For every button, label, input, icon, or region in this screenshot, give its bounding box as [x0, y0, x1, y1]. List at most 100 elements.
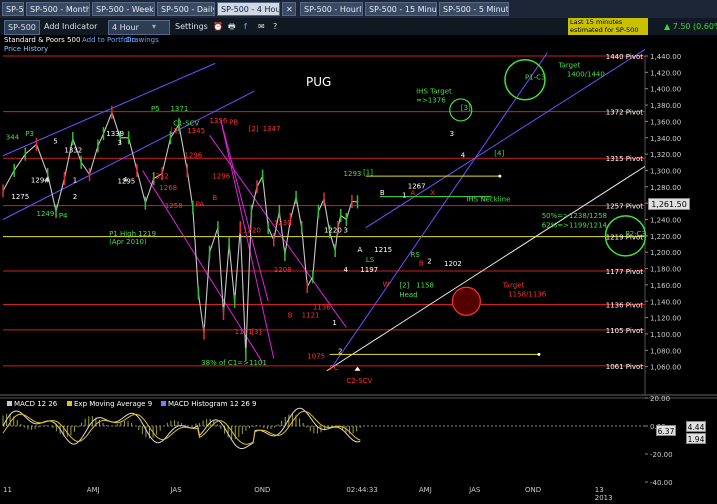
annotation-label: 2: [73, 193, 77, 201]
annotation-label: X: [430, 189, 435, 197]
annotation-label: C2-SCV: [346, 377, 372, 385]
pivot-label: 1061 Pivot: [606, 363, 643, 371]
annotation-label: RS: [411, 251, 421, 259]
annotation-label: 1296: [184, 151, 202, 159]
y-tick-label: 1,420.00: [650, 69, 681, 77]
annotation-label: [1]: [363, 169, 373, 177]
annotation-label: 1293: [344, 170, 362, 178]
y-tick-label: 1,300.00: [650, 167, 681, 175]
annotation-label: PC: [330, 364, 339, 372]
pivot-label: 1177 Pivot: [606, 268, 643, 276]
annotation-label: 1275: [11, 193, 29, 201]
yellow-dot: [498, 174, 502, 178]
annotation-label: 4: [123, 176, 128, 184]
macd-legend-swatch: [67, 401, 72, 406]
x-tick-label: OND: [525, 486, 541, 494]
annotation-label: 1347: [263, 125, 281, 133]
annotation-label: 3: [450, 130, 454, 138]
annotation-label: 1268: [159, 184, 177, 192]
annotation-label: 4: [344, 266, 349, 274]
annotation-label: 1258: [165, 202, 183, 210]
x-tick-label: OND: [254, 486, 270, 494]
macd-value-a: 6.37: [656, 425, 676, 436]
annotation-label: P4: [59, 212, 68, 220]
annotation-label: 38% of C1=>1101: [201, 359, 267, 367]
annotation-label: (Apr 2010): [109, 238, 147, 246]
annotation-label: 1220: [324, 227, 342, 235]
annotation-label: 5: [53, 137, 57, 145]
annotation-label: P1 High 1219: [109, 230, 156, 238]
annotation-label: 3: [344, 227, 348, 235]
annotation-label: A: [45, 177, 50, 185]
y-tick-label: 1,080.00: [650, 347, 681, 355]
annotation-label: 1230: [274, 219, 292, 227]
macd-y-label: -40.00: [650, 479, 673, 487]
macd-legend-label: MACD Histogram 12 26 9: [168, 400, 256, 408]
y-tick-label: 1,280.00: [650, 184, 681, 192]
annotation-label: 1075: [307, 352, 325, 360]
annotation-label: P2-C3: [625, 230, 646, 238]
x-tick-label: AMJ: [87, 486, 100, 494]
y-tick-label: 1,160.00: [650, 282, 681, 290]
annotation-label: LS: [366, 256, 375, 264]
annotation-label: 1197: [360, 266, 378, 274]
y-tick-label: 1,440.00: [650, 53, 681, 61]
annotation-label: [2]: [170, 127, 180, 135]
annotation-label: 1332: [64, 146, 82, 154]
annotation-label: [2]: [399, 281, 409, 289]
y-tick-label: 1,100.00: [650, 331, 681, 339]
annotation-label: Target: [557, 61, 580, 69]
annotation-label: B: [212, 194, 217, 202]
annotation-label: 1101: [235, 328, 253, 336]
annotation-label: PB: [229, 119, 238, 127]
annotation-label: PA: [196, 200, 205, 208]
annotation-label: =>1376: [416, 97, 446, 105]
x-tick-label: 11: [3, 486, 12, 494]
y-tick-label: 1,120.00: [650, 315, 681, 323]
annotation-label: Head: [399, 291, 417, 299]
annotation-label: W: [383, 281, 390, 289]
y-tick-label: 1,320.00: [650, 151, 681, 159]
macd-background: [0, 398, 717, 482]
annotation-label: 1220: [243, 227, 261, 235]
pivot-label: 1136 Pivot: [606, 302, 643, 310]
annotation-label: 1202: [444, 260, 462, 268]
y-tick-label: 1,240.00: [650, 217, 681, 225]
annotation-label: 1: [73, 177, 77, 185]
annotation-label: 1121: [302, 312, 320, 320]
annotation-label: Target: [502, 281, 525, 289]
x-tick-label: 2013: [595, 494, 613, 502]
macd-legend-label: MACD 12 26: [14, 400, 58, 408]
annotation-label: 1339: [106, 130, 124, 138]
y-tick-label: 1,400.00: [650, 86, 681, 94]
y-tick-label: 1,220.00: [650, 233, 681, 241]
price-chart[interactable]: 1440 Pivot 1372 Pivot 1315 Pivot 1257 Pivot…: [0, 0, 717, 504]
y-tick-label: 1,200.00: [650, 249, 681, 257]
annotation-label: IHS Neckline: [466, 196, 510, 204]
pivot-label: 1105 Pivot: [606, 327, 643, 335]
annotation-label: 1371: [170, 105, 188, 113]
annotation-label: 4: [461, 151, 466, 159]
x-tick-label: 02:44:33: [346, 486, 377, 494]
annotation-label: [4]: [494, 150, 504, 158]
annotation-label: [3]: [461, 104, 471, 112]
annotation-label: B: [419, 259, 424, 267]
macd-value-c: 1.94: [686, 433, 706, 444]
annotation-label: P3: [25, 130, 34, 138]
annotation-label: 1136: [313, 303, 331, 311]
macd-panel: MACD 12 26 Exp Moving Average 9 MACD Histo…: [0, 395, 717, 487]
pivot-label: 1315 Pivot: [606, 155, 643, 163]
y-tick-label: 1,060.00: [650, 364, 681, 372]
x-tick-label: JAS: [169, 486, 182, 494]
annotation-label: 1296: [212, 173, 230, 181]
y-tick-label: 1,380.00: [650, 102, 681, 110]
y-tick-label: 1,140.00: [650, 298, 681, 306]
x-tick-label: JAS: [468, 486, 481, 494]
y-tick-label: 1,340.00: [650, 135, 681, 143]
chart-title: PUG: [306, 75, 331, 89]
annotation-label: 50%=>1238/1258: [542, 212, 607, 220]
target-circle-red: [451, 286, 481, 316]
pivot-label: 1372 Pivot: [606, 109, 643, 117]
x-tick-label: 13: [595, 486, 604, 494]
macd-legend-label: Exp Moving Average 9: [74, 400, 152, 408]
